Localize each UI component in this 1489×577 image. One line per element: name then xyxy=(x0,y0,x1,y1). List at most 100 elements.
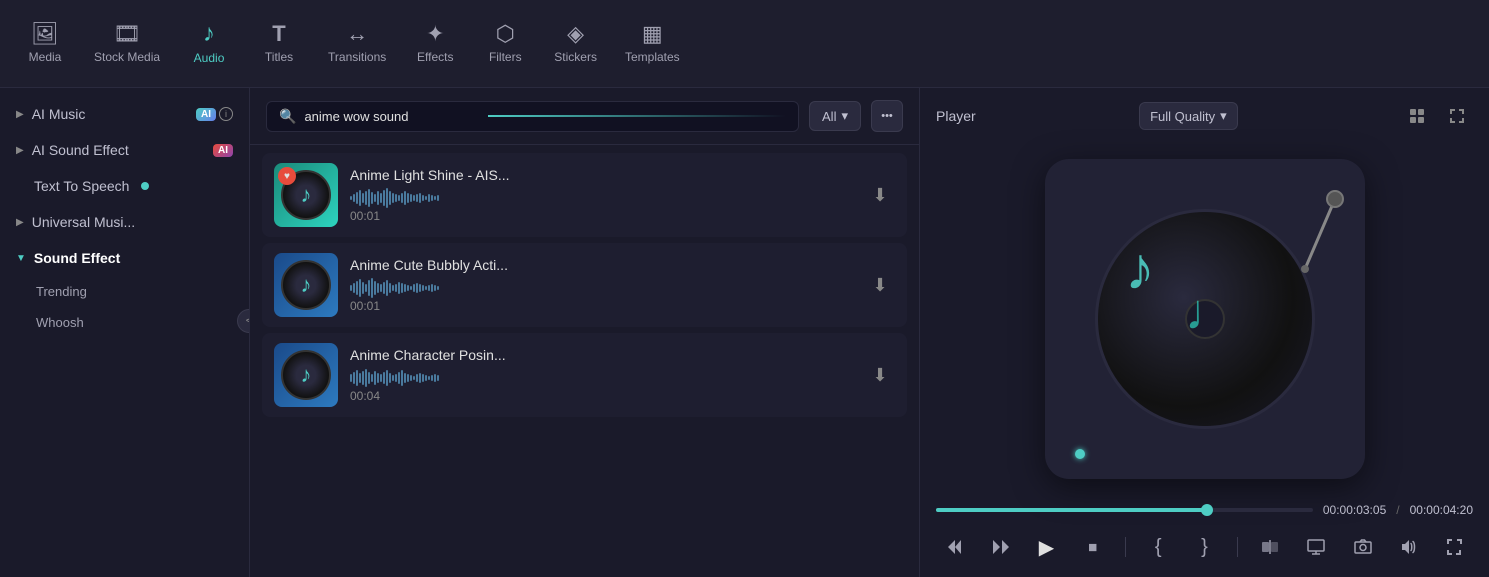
sidebar-label-universal-music: Universal Musi... xyxy=(32,214,135,230)
search-bar: 🔍 All ▾ ••• xyxy=(250,88,919,145)
top-nav: 🖼 Media 🎞 Stock Media ♪ Audio T Titles ↔… xyxy=(0,0,1489,88)
quality-label: Full Quality xyxy=(1150,109,1215,124)
sidebar-label-sound-effect: Sound Effect xyxy=(34,250,120,266)
nav-item-stickers[interactable]: ◈ Stickers xyxy=(540,15,611,72)
nav-item-filters[interactable]: ⬡ Filters xyxy=(470,15,540,72)
time-current: 00:00:03:05 xyxy=(1323,503,1386,517)
rewind-button[interactable] xyxy=(936,529,972,565)
player-controls: 00:00:03:05 / 00:00:04:20 ▶ ⏹ { } xyxy=(936,493,1473,565)
nav-item-templates[interactable]: ▦ Templates xyxy=(611,15,694,72)
download-button[interactable]: ⬇ xyxy=(865,270,895,300)
vinyl-icon: ♪ xyxy=(281,260,331,310)
chevron-down-icon-filter: ▾ xyxy=(841,108,848,124)
sidebar-item-ai-music[interactable]: ▶ AI Music AI i xyxy=(0,96,249,132)
track-duration: 00:01 xyxy=(350,299,853,313)
nav-label-titles: Titles xyxy=(265,50,293,64)
waveform xyxy=(350,187,853,209)
download-button[interactable]: ⬇ xyxy=(865,180,895,210)
grid-icon xyxy=(1409,108,1425,124)
search-input-wrap[interactable]: 🔍 xyxy=(266,101,799,132)
track-title: Anime Light Shine - AIS... xyxy=(350,167,853,183)
nav-item-stock-media[interactable]: 🎞 Stock Media xyxy=(80,15,174,72)
track-title: Anime Cute Bubbly Acti... xyxy=(350,257,853,273)
sidebar-item-universal-music[interactable]: ▶ Universal Musi... xyxy=(0,204,249,240)
time-total: 00:00:04:20 xyxy=(1410,503,1473,517)
search-underline xyxy=(488,115,786,117)
stop-button[interactable]: ⏹ xyxy=(1075,529,1111,565)
sidebar: ▶ AI Music AI i ▶ AI Sound Effect AI Tex… xyxy=(0,88,250,577)
nav-item-transitions[interactable]: ↔ Transitions xyxy=(314,15,400,72)
progress-bar[interactable] xyxy=(936,508,1313,512)
sidebar-label-ai-music: AI Music xyxy=(32,106,86,122)
effects-icon: ✦ xyxy=(426,23,444,45)
sidebar-sub-item-trending[interactable]: Trending xyxy=(0,276,249,307)
nav-item-effects[interactable]: ✦ Effects xyxy=(400,15,470,72)
track-info: Anime Cute Bubbly Acti... 00:01 xyxy=(350,257,853,313)
center-content: 🔍 All ▾ ••• ♥ ♪ xyxy=(250,88,919,577)
volume-button[interactable] xyxy=(1391,529,1427,565)
camera-button[interactable] xyxy=(1345,529,1381,565)
nav-label-media: Media xyxy=(29,50,62,64)
track-list: ♥ ♪ Anime Light Shine - AIS... 00:01 ⬇ xyxy=(250,145,919,577)
info-icon: i xyxy=(219,107,233,121)
ai-pill: AI xyxy=(196,108,216,121)
ctrl-divider-2 xyxy=(1237,537,1238,557)
split-button[interactable] xyxy=(1252,529,1288,565)
player-header: Player Full Quality ▾ xyxy=(936,100,1473,132)
nav-label-stickers: Stickers xyxy=(554,50,597,64)
vinyl-icon: ♪ xyxy=(281,350,331,400)
sidebar-sub-item-whoosh[interactable]: Whoosh xyxy=(0,307,249,338)
table-row[interactable]: ♪ Anime Character Posin... 00:04 ⬇ xyxy=(262,333,907,417)
ai-sound-badge: AI xyxy=(213,144,233,157)
svg-text:♪: ♪ xyxy=(1125,235,1155,299)
chevron-right-icon-2: ▶ xyxy=(16,145,24,156)
svg-text:♩: ♩ xyxy=(1185,284,1235,334)
controls-row: ▶ ⏹ { } xyxy=(936,529,1473,565)
main-area: ▶ AI Music AI i ▶ AI Sound Effect AI Tex… xyxy=(0,88,1489,577)
track-thumbnail: ♪ xyxy=(274,253,338,317)
filters-icon: ⬡ xyxy=(496,23,515,45)
table-row[interactable]: ♥ ♪ Anime Light Shine - AIS... 00:01 ⬇ xyxy=(262,153,907,237)
bracket-left-button[interactable]: { xyxy=(1140,529,1176,565)
filter-button[interactable]: All ▾ xyxy=(809,101,861,131)
nav-item-audio[interactable]: ♪ Audio xyxy=(174,14,244,73)
player-label: Player xyxy=(936,108,976,124)
sidebar-label-text-to-speech: Text To Speech xyxy=(16,178,129,194)
monitor-button[interactable] xyxy=(1298,529,1334,565)
ai-music-badge: AI i xyxy=(196,107,233,121)
templates-icon: ▦ xyxy=(642,23,663,45)
track-duration: 00:01 xyxy=(350,209,853,223)
ai-pill-2: AI xyxy=(213,144,233,157)
fullscreen-button[interactable] xyxy=(1441,100,1473,132)
more-options-button[interactable]: ••• xyxy=(871,100,903,132)
ctrl-divider-1 xyxy=(1125,537,1126,557)
download-button[interactable]: ⬇ xyxy=(865,360,895,390)
search-input[interactable] xyxy=(304,109,480,124)
heart-icon: ♥ xyxy=(278,167,296,185)
nav-label-effects: Effects xyxy=(417,50,453,64)
chevron-right-icon: ▶ xyxy=(16,109,24,120)
table-row[interactable]: ♪ Anime Cute Bubbly Acti... 00:01 ⬇ xyxy=(262,243,907,327)
nav-item-media[interactable]: 🖼 Media xyxy=(10,15,80,72)
player-art-wrap: ♪ ♩ xyxy=(936,144,1473,493)
transitions-icon: ↔ xyxy=(346,23,368,45)
grid-view-button[interactable] xyxy=(1401,100,1433,132)
step-back-button[interactable] xyxy=(982,529,1018,565)
player-art: ♪ ♩ xyxy=(1045,159,1365,479)
quality-select[interactable]: Full Quality ▾ xyxy=(1139,102,1238,130)
waveform xyxy=(350,277,853,299)
fullscreen-ctrl-button[interactable] xyxy=(1437,529,1473,565)
filter-label: All xyxy=(822,109,836,124)
led-dot xyxy=(1075,449,1085,459)
search-icon: 🔍 xyxy=(279,108,296,125)
sidebar-item-ai-sound-effect[interactable]: ▶ AI Sound Effect AI xyxy=(0,132,249,168)
chevron-down-icon: ▼ xyxy=(16,253,26,264)
sidebar-item-text-to-speech[interactable]: Text To Speech xyxy=(0,168,249,204)
sidebar-item-sound-effect[interactable]: ▼ Sound Effect xyxy=(0,240,249,276)
nav-item-titles[interactable]: T Titles xyxy=(244,15,314,72)
play-button[interactable]: ▶ xyxy=(1029,529,1065,565)
more-icon: ••• xyxy=(881,110,893,122)
sub-item-label-whoosh: Whoosh xyxy=(36,315,84,330)
bracket-right-button[interactable]: } xyxy=(1187,529,1223,565)
player-panel: Player Full Quality ▾ xyxy=(919,88,1489,577)
